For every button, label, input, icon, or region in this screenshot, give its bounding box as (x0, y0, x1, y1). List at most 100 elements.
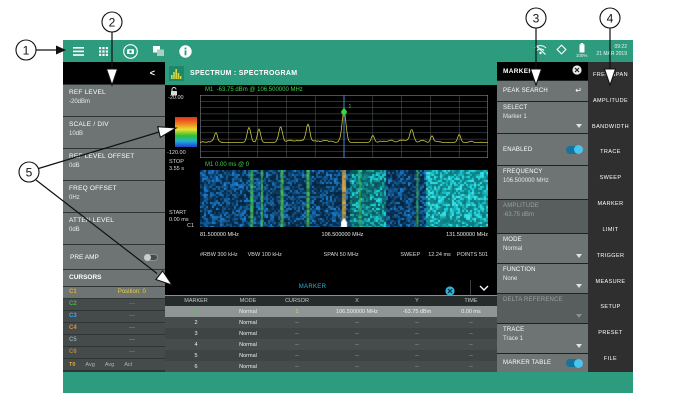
marker-panel-header: MARKER (497, 62, 588, 80)
cursor-list: C1Position: 0C2---C3---C4---C5---C6--- (63, 287, 165, 358)
sidebar-item-ref-level[interactable]: REF LEVEL -20dBm (63, 85, 165, 116)
column-header-marker: MARKER (165, 298, 227, 304)
panel-collapse-header: < (63, 62, 165, 84)
left-settings-panel: < REF LEVEL -20dBm SCALE / DIV 10dB REF … (63, 62, 165, 372)
trace-dropdown[interactable]: TRACE Trace 1 (497, 324, 588, 353)
sweep-label: SWEEP (400, 252, 420, 258)
marker-table-bar: MARKER (165, 280, 497, 295)
sidebar-item-pre-amp[interactable]: PRE AMP (63, 245, 165, 269)
bottom-bar (63, 372, 633, 393)
cursor-row-c1[interactable]: C1Position: 0 (63, 287, 165, 298)
marker-table-toggle[interactable] (566, 359, 582, 367)
marker-table-title: MARKER (165, 284, 460, 290)
peak-search-button[interactable]: PEAK SEARCH ↵ (497, 81, 588, 101)
delta-reference-dropdown: DELTA REFERENCE (497, 294, 588, 323)
menu-item-preset[interactable]: PRESET (588, 320, 633, 346)
menu-item-freq-span[interactable]: FREQ SPAN (588, 62, 633, 88)
marker-table-rows: 1Normal1106.500000 MHz-63.75 dBm0.00 ms2… (165, 306, 497, 372)
cursor-row-c4[interactable]: C4--- (63, 323, 165, 334)
info-icon[interactable] (179, 45, 192, 58)
rbw-value[interactable]: #RBW 300 kHz (200, 252, 238, 258)
marker-enabled-row[interactable]: ENABLED (497, 134, 588, 165)
marker-table-toggle-row[interactable]: MARKER TABLE (497, 354, 588, 372)
vbw-value[interactable]: VBW 100 kHz (248, 252, 282, 258)
marker-table-collapse-icon[interactable] (470, 280, 497, 295)
marker-table-row-5[interactable]: 5Normal-------- (165, 350, 497, 361)
menu-item-marker[interactable]: MARKER (588, 191, 633, 217)
ref-level-top: -20.00 (168, 96, 184, 102)
spectrogram[interactable] (200, 170, 488, 227)
sidebar-item-atten-level[interactable]: ATTEN LEVEL 0dB (63, 213, 165, 244)
column-header-cursor: CURSOR (269, 298, 325, 304)
cursor-row-c3[interactable]: C3--- (63, 311, 165, 322)
pre-amp-toggle[interactable] (144, 254, 158, 261)
menu-item-measure[interactable]: MEASURE (588, 269, 633, 295)
menu-item-bandwidth[interactable]: BANDWIDTH (588, 114, 633, 140)
measurement-title-bar: SPECTRUM : SPECTROGRAM (165, 62, 497, 85)
main-area: SPECTRUM : SPECTROGRAM -20.00 M1 -63.75 … (165, 62, 497, 372)
menu-item-file[interactable]: FILE (588, 346, 633, 372)
sidebar-item-ref-level-offset[interactable]: REF LEVEL OFFSET 0dB (63, 149, 165, 180)
ref-level-bottom: -120.00 (167, 151, 186, 157)
marker-table-row-4[interactable]: 4Normal-------- (165, 339, 497, 350)
select-marker-dropdown[interactable]: SELECT Marker 1 (497, 102, 588, 133)
menu-item-amplitude[interactable]: AMPLITUDE (588, 88, 633, 114)
menu-item-trigger[interactable]: TRIGGER (588, 243, 633, 269)
menu-item-trace[interactable]: TRACE (588, 139, 633, 165)
column-header-mode: MODE (227, 298, 269, 304)
chevron-down-icon (576, 124, 582, 128)
cursor-row-c5[interactable]: C5--- (63, 335, 165, 346)
chevron-down-icon (576, 284, 582, 288)
menu-item-setup[interactable]: SETUP (588, 294, 633, 320)
marker-table-close-icon[interactable] (445, 283, 455, 301)
apps-grid-icon[interactable] (99, 47, 108, 56)
frequency-field[interactable]: FREQUENCY 106.500000 MHz (497, 166, 588, 199)
column-header-x: X (325, 298, 389, 304)
camera-icon[interactable] (123, 44, 138, 59)
mode-dropdown[interactable]: MODE Normal (497, 234, 588, 263)
page: 100% 09:22 21 MAR 2019 < REF LEVEL -20dB… (0, 0, 689, 403)
marker-table-row-1[interactable]: 1Normal1106.500000 MHz-63.75 dBm0.00 ms (165, 306, 497, 317)
column-header-y: Y (389, 298, 445, 304)
sidebar-item-scale-div[interactable]: SCALE / DIV 10dB (63, 117, 165, 148)
page-title: SPECTRUM : SPECTROGRAM (190, 70, 297, 77)
battery-icon: 100% (576, 43, 588, 59)
chevron-down-icon (576, 314, 582, 318)
callout-1: 1 (23, 44, 30, 58)
span-value[interactable]: SPAN 50 MHz (282, 252, 400, 258)
function-dropdown[interactable]: FUNCTION None (497, 264, 588, 293)
marker-panel: MARKER PEAK SEARCH ↵ SELECT Marker 1 (497, 62, 588, 372)
spectrum-display[interactable]: -20.00 M1 -63.75 dBm @ 106.500000 MHz 1 … (165, 85, 497, 280)
stop-value: 3.55 s (169, 167, 184, 173)
cursor-row-c6[interactable]: C6--- (63, 347, 165, 358)
marker-table-row-3[interactable]: 3Normal-------- (165, 328, 497, 339)
marker-panel-close-icon[interactable] (572, 62, 582, 80)
menu-item-limit[interactable]: LIMIT (588, 217, 633, 243)
menu-item-sweep[interactable]: SWEEP (588, 165, 633, 191)
sidebar-item-freq-offset[interactable]: FREQ OFFSET 0Hz (63, 181, 165, 212)
date-text: 21 MAR 2019 (596, 52, 627, 57)
spectrum-plot[interactable]: 1 (200, 95, 488, 158)
marker-table-row-2[interactable]: 2Normal-------- (165, 317, 497, 328)
marker-1-number: 1 (349, 104, 352, 110)
cursor-row-c2[interactable]: C2--- (63, 299, 165, 310)
screen-capture-icon[interactable] (153, 46, 164, 56)
freq-stop: 131.500000 MHz (446, 232, 488, 238)
clock: 09:22 21 MAR 2019 (596, 45, 627, 57)
sweep-value: 12.24 ms (428, 252, 451, 258)
start-value: 0.00 ms (169, 218, 189, 224)
sweep-settings-row: #RBW 300 kHz VBW 100 kHz SPAN 50 MHz SWE… (200, 252, 488, 258)
points-value: POINTS 501 (457, 252, 488, 258)
wifi-off-icon (534, 42, 547, 60)
menu-icon[interactable] (73, 47, 84, 56)
callout-3: 3 (533, 12, 540, 26)
enter-return-icon: ↵ (575, 87, 582, 95)
marker-table-row-6[interactable]: 6Normal-------- (165, 361, 497, 372)
amplitude-field: AMPLITUDE -63.75 dBm (497, 200, 588, 233)
marker-table: MARKER MARKERMODECURSORXYTIME 1Normal110… (165, 280, 497, 372)
instrument-window: 100% 09:22 21 MAR 2019 < REF LEVEL -20dB… (63, 40, 633, 393)
cursor-c1-label: C1 (187, 224, 194, 230)
enabled-toggle[interactable] (566, 146, 582, 154)
battery-percent: 100% (576, 54, 588, 59)
chevron-left-icon[interactable]: < (150, 68, 155, 78)
